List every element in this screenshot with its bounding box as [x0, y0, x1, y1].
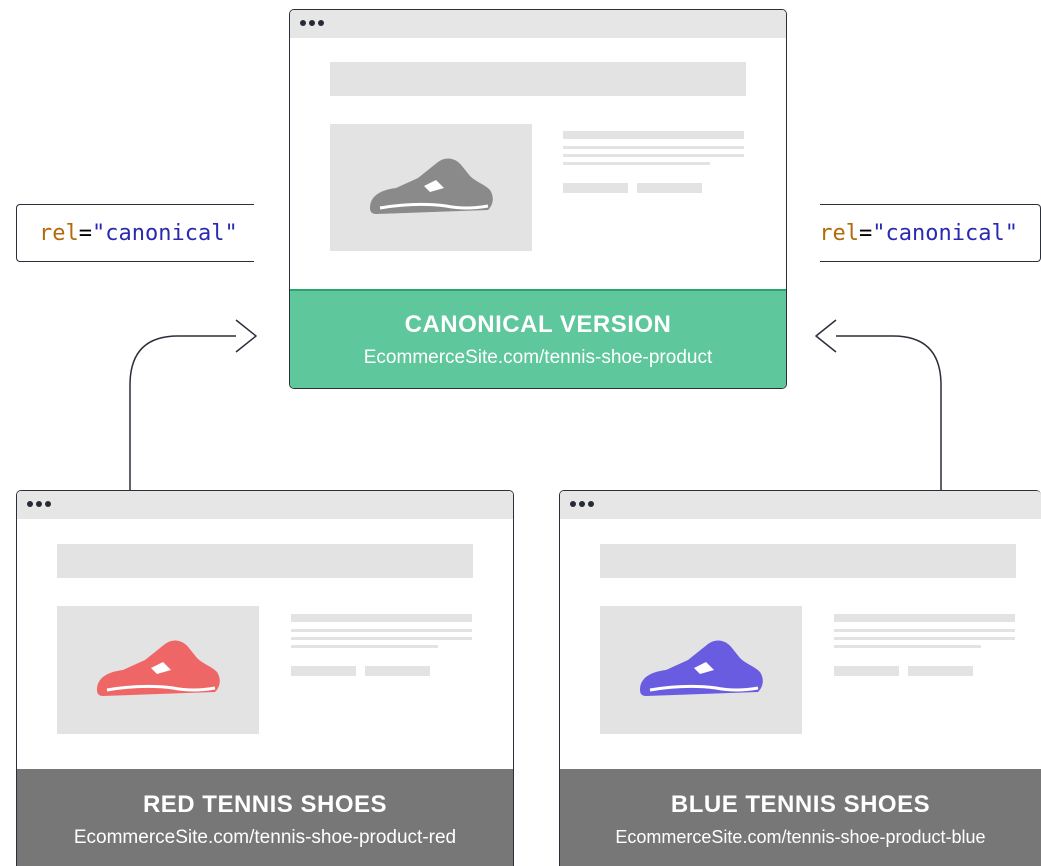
window-titlebar — [290, 10, 786, 38]
text-line — [563, 131, 744, 139]
product-image — [57, 606, 259, 734]
window-dot-icon — [318, 20, 324, 26]
window-dot-icon — [588, 501, 594, 507]
button-placeholder — [637, 183, 702, 193]
rel-value: "canonical" — [872, 220, 1018, 246]
product-image — [330, 124, 532, 251]
text-line — [563, 154, 744, 157]
left-connector — [129, 335, 250, 494]
shoe-icon — [97, 640, 220, 696]
right-connector — [822, 335, 942, 494]
header-bar — [57, 544, 473, 578]
button-placeholder — [563, 183, 628, 193]
canonical-window: CANONICAL VERSION EcommerceSite.com/tenn… — [289, 9, 787, 389]
window-dot-icon — [36, 501, 42, 507]
text-line — [291, 629, 472, 632]
rel-attr: rel — [819, 220, 860, 246]
footer-url: EcommerceSite.com/tennis-shoe-product — [363, 347, 713, 368]
text-line — [834, 614, 1015, 622]
button-placeholder — [291, 666, 356, 676]
window-dot-icon — [45, 501, 51, 507]
text-line — [834, 629, 1015, 632]
left-arrow-icon — [235, 319, 257, 353]
window-dot-icon — [570, 501, 576, 507]
footer-url: EcommerceSite.com/tennis-shoe-product-bl… — [615, 827, 986, 847]
blue-window: BLUE TENNIS SHOES EcommerceSite.com/tenn… — [559, 490, 1041, 866]
window-titlebar — [560, 491, 1041, 519]
product-image — [600, 606, 802, 734]
rel-attr: rel — [39, 220, 79, 246]
text-line — [834, 645, 981, 648]
text-line — [291, 614, 472, 622]
window-dot-icon — [300, 20, 306, 26]
window-titlebar — [17, 491, 513, 519]
rel-eq: = — [78, 220, 92, 246]
shoe-icon — [370, 158, 493, 214]
red-window: RED TENNIS SHOES EcommerceSite.com/tenni… — [16, 490, 514, 866]
window-dot-icon — [27, 501, 33, 507]
blue-footer: BLUE TENNIS SHOES EcommerceSite.com/tenn… — [560, 769, 1041, 866]
text-line — [563, 146, 744, 149]
canonical-footer: CANONICAL VERSION EcommerceSite.com/tenn… — [290, 289, 786, 388]
text-line — [291, 645, 438, 648]
rel-value: "canonical" — [92, 220, 238, 246]
footer-title: BLUE TENNIS SHOES — [670, 791, 931, 818]
footer-url: EcommerceSite.com/tennis-shoe-product-re… — [73, 827, 457, 848]
rel-canonical-tag-right: rel = "canonical" — [819, 204, 1041, 262]
shoe-icon — [640, 640, 763, 696]
text-line — [291, 637, 472, 640]
rel-canonical-tag-left: rel = "canonical" — [16, 204, 254, 262]
button-placeholder — [834, 666, 899, 676]
header-bar — [330, 62, 746, 96]
footer-title: RED TENNIS SHOES — [142, 791, 388, 818]
red-footer: RED TENNIS SHOES EcommerceSite.com/tenni… — [17, 769, 513, 866]
footer-title: CANONICAL VERSION — [404, 311, 672, 338]
header-bar — [600, 544, 1016, 578]
right-arrow-icon — [815, 319, 837, 353]
text-line — [834, 637, 1015, 640]
rel-eq: = — [859, 220, 873, 246]
window-dot-icon — [309, 20, 315, 26]
text-line — [563, 162, 710, 165]
window-dot-icon — [579, 501, 585, 507]
button-placeholder — [365, 666, 430, 676]
button-placeholder — [908, 666, 973, 676]
